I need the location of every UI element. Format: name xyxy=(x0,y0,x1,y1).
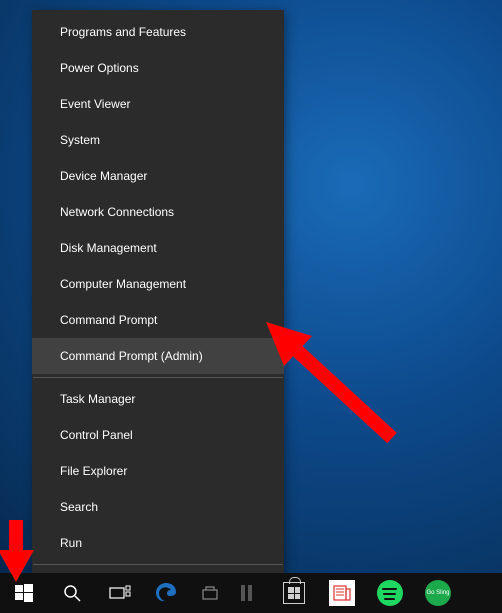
windows-logo-icon xyxy=(15,584,33,602)
column-icon xyxy=(239,583,255,603)
menu-separator xyxy=(33,377,283,378)
menu-item-search[interactable]: Search xyxy=(32,489,284,525)
gosling-label: Go Sling xyxy=(426,590,449,596)
taskbar-app-gosling[interactable]: Go Sling xyxy=(414,573,462,613)
task-view-button[interactable] xyxy=(96,573,144,613)
menu-item-label: Computer Management xyxy=(60,277,186,291)
menu-item-power-options[interactable]: Power Options xyxy=(32,50,284,86)
taskbar: Go Sling xyxy=(0,573,502,613)
taskbar-app-news[interactable] xyxy=(318,573,366,613)
menu-item-network-connections[interactable]: Network Connections xyxy=(32,194,284,230)
menu-item-label: Disk Management xyxy=(60,241,157,255)
menu-item-computer-management[interactable]: Computer Management xyxy=(32,266,284,302)
taskbar-app-spotify[interactable] xyxy=(366,573,414,613)
taskbar-app-edge[interactable] xyxy=(144,573,188,613)
menu-item-file-explorer[interactable]: File Explorer xyxy=(32,453,284,489)
menu-item-label: File Explorer xyxy=(60,464,127,478)
menu-item-programs-features[interactable]: Programs and Features xyxy=(32,14,284,50)
taskbar-app-column[interactable] xyxy=(232,573,262,613)
menu-item-command-prompt[interactable]: Command Prompt xyxy=(32,302,284,338)
menu-item-label: System xyxy=(60,133,100,147)
menu-item-device-manager[interactable]: Device Manager xyxy=(32,158,284,194)
store-icon xyxy=(283,582,305,604)
menu-item-label: Command Prompt xyxy=(60,313,157,327)
task-view-icon xyxy=(109,585,131,601)
taskbar-app-store[interactable] xyxy=(270,573,318,613)
news-icon xyxy=(329,580,355,606)
search-button[interactable] xyxy=(48,573,96,613)
menu-item-label: Network Connections xyxy=(60,205,174,219)
menu-separator xyxy=(33,564,283,565)
menu-item-label: Command Prompt (Admin) xyxy=(60,349,203,363)
start-button[interactable] xyxy=(0,573,48,613)
menu-item-disk-management[interactable]: Disk Management xyxy=(32,230,284,266)
menu-item-label: Run xyxy=(60,536,82,550)
menu-item-label: Device Manager xyxy=(60,169,147,183)
menu-item-label: Task Manager xyxy=(60,392,135,406)
winx-context-menu: Programs and Features Power Options Even… xyxy=(32,10,284,613)
menu-item-system[interactable]: System xyxy=(32,122,284,158)
search-icon xyxy=(63,584,81,602)
menu-item-label: Power Options xyxy=(60,61,139,75)
menu-item-event-viewer[interactable]: Event Viewer xyxy=(32,86,284,122)
annotation-arrow-to-menu xyxy=(262,318,412,458)
spotify-icon xyxy=(377,580,403,606)
menu-item-label: Search xyxy=(60,500,98,514)
app-icon xyxy=(200,583,220,603)
menu-item-label: Control Panel xyxy=(60,428,133,442)
menu-item-control-panel[interactable]: Control Panel xyxy=(32,417,284,453)
gosling-icon: Go Sling xyxy=(425,580,451,606)
taskbar-app-generic[interactable] xyxy=(188,573,232,613)
menu-item-label: Event Viewer xyxy=(60,97,130,111)
menu-item-label: Programs and Features xyxy=(60,25,186,39)
edge-icon xyxy=(154,581,178,605)
menu-item-run[interactable]: Run xyxy=(32,525,284,561)
menu-item-command-prompt-admin[interactable]: Command Prompt (Admin) xyxy=(32,338,284,374)
menu-item-task-manager[interactable]: Task Manager xyxy=(32,381,284,417)
